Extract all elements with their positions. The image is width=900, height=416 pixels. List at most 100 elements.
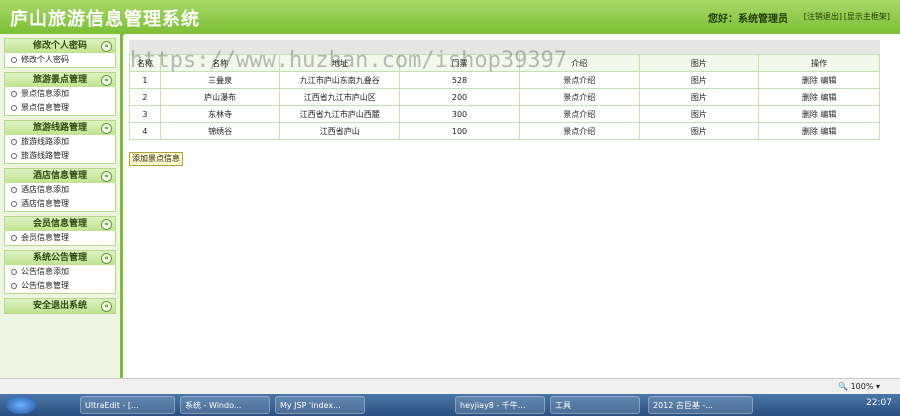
sidebar-item-add-attraction[interactable]: 景点信息添加 — [5, 87, 115, 101]
intro-link[interactable]: 景点介绍 — [518, 88, 640, 106]
watermark: https://www.huzhan.com/ishop39397 — [130, 48, 568, 73]
sidebar-group-header[interactable]: 修改个人密码 « — [5, 39, 115, 53]
start-button[interactable] — [6, 396, 36, 414]
main-content: 名称 名称 地址 门票 介绍 图片 操作 1 三叠泉 九江市庐山东南九叠谷 52… — [124, 34, 900, 378]
sidebar-item-manage-members[interactable]: 会员信息管理 — [5, 231, 115, 245]
collapse-icon[interactable]: « — [101, 301, 112, 312]
cell-address: 江西省九江市庐山区 — [279, 88, 401, 106]
collapse-icon[interactable]: « — [101, 219, 112, 230]
image-link[interactable]: 图片 — [638, 71, 760, 89]
sidebar-group-header[interactable]: 安全退出系统 « — [5, 299, 115, 313]
collapse-icon[interactable]: « — [101, 253, 112, 264]
table-row: 1 三叠泉 九江市庐山东南九叠谷 528 景点介绍 图片 删除 编辑 — [129, 71, 880, 89]
sidebar-item-add-hotel[interactable]: 酒店信息添加 — [5, 183, 115, 197]
sidebar-group-routes: 旅游线路管理 « 旅游线路添加 旅游线路管理 — [4, 120, 116, 164]
collapse-icon[interactable]: « — [101, 75, 112, 86]
sidebar-group-header[interactable]: 系统公告管理 « — [5, 251, 115, 265]
logout-link[interactable]: [注销退出] — [804, 11, 842, 22]
cell-price: 300 — [399, 105, 520, 123]
windows-taskbar: UltraEdit - [... 系统 - Windo... My JSP 'i… — [0, 394, 900, 416]
delete-link[interactable]: 删除 — [802, 110, 818, 119]
bullet-icon — [11, 200, 17, 207]
sidebar-group-title: 旅游线路管理 — [32, 123, 87, 133]
sidebar-group-header[interactable]: 旅游线路管理 « — [5, 121, 115, 135]
column-header: 操作 — [758, 54, 880, 72]
collapse-icon[interactable]: « — [101, 41, 112, 52]
collapse-icon[interactable]: « — [101, 171, 112, 182]
edit-link[interactable]: 编辑 — [820, 76, 836, 85]
taskbar-clock: 22:07 — [866, 398, 892, 408]
cell-address: 江西省九江市庐山西麓 — [279, 105, 401, 123]
cell-name: 锦绣谷 — [159, 122, 281, 140]
bullet-icon — [11, 56, 17, 63]
sidebar-group-attractions: 旅游景点管理 « 景点信息添加 景点信息管理 — [4, 72, 116, 116]
bullet-icon — [11, 282, 17, 289]
image-link[interactable]: 图片 — [638, 88, 760, 106]
bullet-icon — [11, 186, 17, 193]
image-link[interactable]: 图片 — [638, 105, 760, 123]
taskbar-button-ie-system[interactable]: 系统 - Windo... — [180, 396, 270, 414]
sidebar-group-header[interactable]: 会员信息管理 « — [5, 217, 115, 231]
table-row: 2 庐山瀑布 江西省九江市庐山区 200 景点介绍 图片 删除 编辑 — [129, 88, 880, 106]
sidebar-group-announcements: 系统公告管理 « 公告信息添加 公告信息管理 — [4, 250, 116, 294]
cell-name: 东林寺 — [159, 105, 281, 123]
taskbar-button-tools[interactable]: 工具 — [550, 396, 640, 414]
show-main-frame-link[interactable]: [显示主框架] — [844, 11, 890, 22]
user-greeting: 您好：系统管理员 — [708, 14, 788, 25]
taskbar-button-ultraedit[interactable]: UltraEdit - [... — [80, 396, 175, 414]
sidebar-group-title: 旅游景点管理 — [32, 75, 87, 85]
cell-price: 200 — [399, 88, 520, 106]
edit-link[interactable]: 编辑 — [820, 93, 836, 102]
sidebar: 修改个人密码 « 修改个人密码 旅游景点管理 « 景点信息添加 景点信息管理 旅… — [0, 34, 123, 378]
sidebar-item-change-password[interactable]: 修改个人密码 — [5, 53, 115, 67]
sidebar-item-manage-announcements[interactable]: 公告信息管理 — [5, 279, 115, 293]
zoom-level: 100% — [850, 382, 874, 391]
sidebar-item-manage-attractions[interactable]: 景点信息管理 — [5, 101, 115, 115]
add-attraction-button[interactable]: 添加景点信息 — [129, 152, 183, 166]
delete-link[interactable]: 删除 — [802, 76, 818, 85]
taskbar-button-qianniu[interactable]: heyjiay8 - 千牛... — [455, 396, 545, 414]
sidebar-item-add-announcement[interactable]: 公告信息添加 — [5, 265, 115, 279]
sidebar-group-members: 会员信息管理 « 会员信息管理 — [4, 216, 116, 246]
intro-link[interactable]: 景点介绍 — [518, 105, 640, 123]
image-link[interactable]: 图片 — [638, 122, 760, 140]
sidebar-group-password: 修改个人密码 « 修改个人密码 — [4, 38, 116, 68]
cell-price: 100 — [399, 122, 520, 140]
sidebar-group-header[interactable]: 酒店信息管理 « — [5, 169, 115, 183]
sidebar-group-title: 系统公告管理 — [32, 253, 87, 263]
cell-no: 1 — [129, 71, 161, 89]
sidebar-item-add-route[interactable]: 旅游线路添加 — [5, 135, 115, 149]
delete-link[interactable]: 删除 — [802, 93, 818, 102]
taskbar-button-music[interactable]: 2012 古巨基 -... — [648, 396, 753, 414]
bullet-icon — [11, 90, 17, 97]
cell-actions: 删除 编辑 — [758, 88, 880, 106]
bullet-icon — [11, 234, 17, 241]
sidebar-group-header[interactable]: 旅游景点管理 « — [5, 73, 115, 87]
sidebar-group-title: 会员信息管理 — [32, 219, 87, 229]
edit-link[interactable]: 编辑 — [820, 110, 836, 119]
cell-name: 三叠泉 — [159, 71, 281, 89]
intro-link[interactable]: 景点介绍 — [518, 122, 640, 140]
sidebar-group-logout: 安全退出系统 « — [4, 298, 116, 314]
cell-actions: 删除 编辑 — [758, 105, 880, 123]
cell-address: 九江市庐山东南九叠谷 — [279, 71, 401, 89]
sidebar-group-title: 修改个人密码 — [32, 41, 87, 51]
taskbar-button-ie-jsp[interactable]: My JSP 'index... — [275, 396, 365, 414]
intro-link[interactable]: 景点介绍 — [518, 71, 640, 89]
magnifier-icon: 🔍 — [838, 382, 849, 391]
table-row: 3 东林寺 江西省九江市庐山西麓 300 景点介绍 图片 删除 编辑 — [129, 105, 880, 123]
sidebar-group-hotels: 酒店信息管理 « 酒店信息添加 酒店信息管理 — [4, 168, 116, 212]
sidebar-item-manage-routes[interactable]: 旅游线路管理 — [5, 149, 115, 163]
app-header: 庐山旅游信息管理系统 您好：系统管理员 [注销退出] [显示主框架] — [0, 0, 900, 35]
bullet-icon — [11, 152, 17, 159]
cell-actions: 删除 编辑 — [758, 71, 880, 89]
cell-no: 4 — [129, 122, 161, 140]
cell-no: 2 — [129, 88, 161, 106]
cell-actions: 删除 编辑 — [758, 122, 880, 140]
edit-link[interactable]: 编辑 — [820, 127, 836, 136]
collapse-icon[interactable]: « — [101, 123, 112, 134]
sidebar-item-manage-hotels[interactable]: 酒店信息管理 — [5, 197, 115, 211]
delete-link[interactable]: 删除 — [802, 127, 818, 136]
cell-name: 庐山瀑布 — [159, 88, 281, 106]
zoom-control[interactable]: 🔍 100% ▾ — [838, 382, 880, 391]
